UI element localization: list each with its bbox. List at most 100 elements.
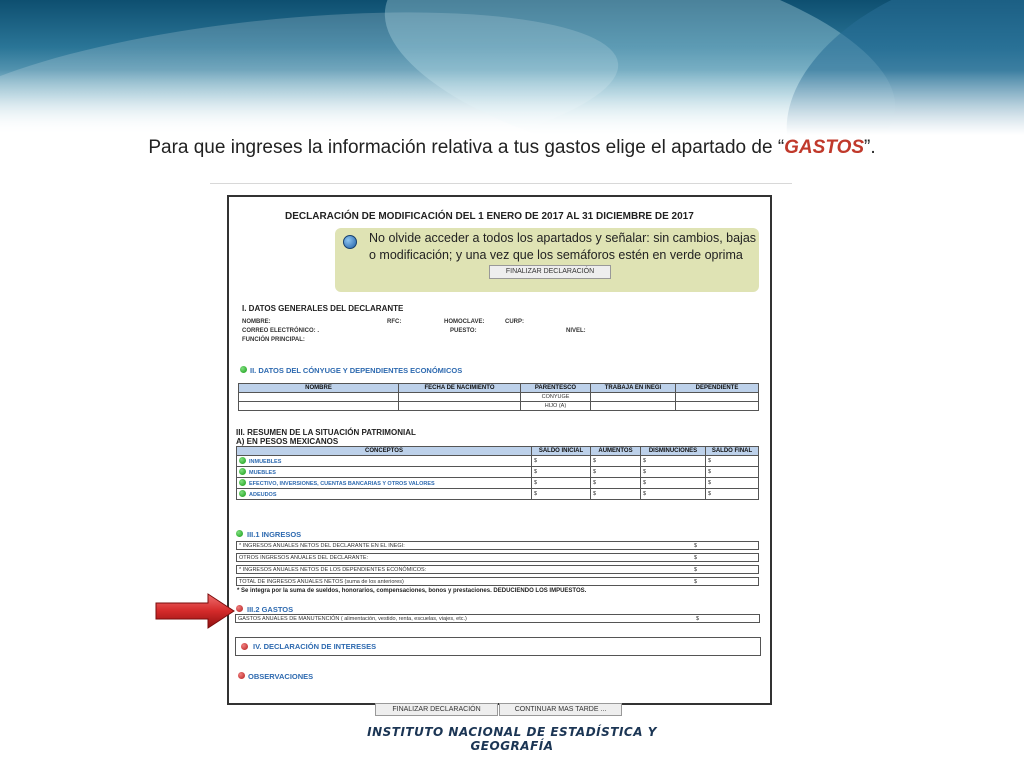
table-cell — [590, 401, 676, 411]
gastos-label: GASTOS ANUALES DE MANUTENCIÓN ( alimenta… — [238, 616, 467, 622]
table-cell: $ — [705, 466, 759, 478]
table-cell — [238, 392, 399, 402]
table-cell — [675, 401, 759, 411]
table-row: EFECTIVO, INVERSIONES, CUENTAS BANCARIAS… — [236, 477, 759, 489]
instruction-prefix: Para que ingreses la información relativ… — [148, 137, 785, 158]
inegi-logo-text: INSTITUTO NACIONAL DE ESTADÍSTICA Y GEOG… — [367, 725, 657, 753]
dependents-table: NOMBRE FECHA DE NACIMIENTO PARENTESCO TR… — [238, 383, 759, 411]
status-red-icon — [238, 672, 245, 679]
col-header: SALDO INICIAL — [531, 446, 591, 456]
header-banner — [0, 0, 1024, 135]
table-row: HIJO (A) — [238, 401, 759, 411]
table-row: INMUEBLES $ $ $ $ — [236, 455, 759, 467]
table-cell — [590, 392, 676, 402]
table-row: CONYUGE — [238, 392, 759, 402]
info-bulb-icon — [343, 235, 357, 249]
form-title: DECLARACIÓN DE MODIFICACIÓN DEL 1 ENERO … — [285, 211, 694, 222]
status-green-icon — [239, 457, 246, 464]
muebles-link[interactable]: MUEBLES — [236, 466, 532, 478]
table-row: ADEUDOS $ $ $ $ — [236, 488, 759, 500]
col-header: TRABAJA EN INEGI — [590, 383, 676, 393]
gastos-value: $ — [696, 616, 700, 622]
ingreso-label: * INGRESOS ANUALES NETOS DE LOS DEPENDIE… — [239, 567, 427, 573]
table-cell: $ — [705, 455, 759, 467]
section-ingresos-link[interactable]: III.1 INGRESOS — [247, 530, 301, 539]
status-green-icon — [240, 366, 247, 373]
homoclave-label: HOMOCLAVE: — [444, 319, 485, 325]
status-red-icon — [236, 605, 243, 612]
section-gastos-link[interactable]: III.2 GASTOS — [247, 605, 293, 614]
col-header: CONCEPTOS — [236, 446, 532, 456]
table-cell: $ — [590, 477, 641, 489]
ingreso-value: $ — [694, 555, 698, 561]
divider — [210, 183, 792, 184]
curp-label: CURP: — [505, 319, 524, 325]
notice-box: No olvide acceder a todos los apartados … — [335, 228, 759, 292]
correo-label: CORREO ELECTRÓNICO: . — [242, 328, 320, 334]
finalize-bottom-button[interactable]: FINALIZAR DECLARACIÓN — [375, 703, 498, 716]
table-cell: HIJO (A) — [520, 401, 591, 411]
table-header-row: CONCEPTOS SALDO INICIAL AUMENTOS DISMINU… — [236, 446, 759, 456]
col-header: PARENTESCO — [520, 383, 591, 393]
section-intereses-link[interactable]: IV. DECLARACIÓN DE INTERESES — [253, 642, 376, 651]
table-cell: $ — [590, 488, 641, 500]
table-cell — [398, 392, 521, 402]
ingreso-label: TOTAL DE INGRESOS ANUALES NETOS (suma de… — [239, 579, 404, 585]
col-header: AUMENTOS — [590, 446, 641, 456]
col-header: FECHA DE NACIMIENTO — [398, 383, 521, 393]
table-cell: $ — [590, 466, 641, 478]
table-cell: $ — [705, 477, 759, 489]
finalize-button[interactable]: FINALIZAR DECLARACIÓN — [489, 265, 611, 279]
table-cell: $ — [640, 488, 706, 500]
nombre-label: NOMBRE: — [242, 319, 271, 325]
notice-text: No olvide acceder a todos los apartados … — [369, 231, 757, 262]
status-green-icon — [236, 530, 243, 537]
puesto-label: PUESTO: — [450, 328, 477, 334]
table-cell: $ — [531, 477, 591, 489]
table-cell — [398, 401, 521, 411]
concept-label: MUEBLES — [249, 470, 276, 476]
concept-label: EFECTIVO, INVERSIONES, CUENTAS BANCARIAS… — [249, 481, 435, 487]
table-cell: $ — [531, 466, 591, 478]
ingreso-row: * INGRESOS ANUALES NETOS DE LOS DEPENDIE… — [236, 565, 759, 574]
col-header: DISMINUCIONES — [640, 446, 706, 456]
table-cell: $ — [640, 477, 706, 489]
status-green-icon — [239, 468, 246, 475]
ingreso-row: TOTAL DE INGRESOS ANUALES NETOS (suma de… — [236, 577, 759, 586]
efectivo-link[interactable]: EFECTIVO, INVERSIONES, CUENTAS BANCARIAS… — [236, 477, 532, 489]
ingresos-note: * Se integra por la suma de sueldos, hon… — [237, 588, 587, 594]
ingreso-value: $ — [694, 567, 698, 573]
instruction-text: Para que ingreses la información relativ… — [0, 137, 1024, 159]
table-cell: $ — [640, 455, 706, 467]
gastos-highlight: GASTOS — [784, 137, 865, 158]
funcion-label: FUNCIÓN PRINCIPAL: — [242, 337, 305, 343]
table-cell: $ — [531, 455, 591, 467]
table-header-row: NOMBRE FECHA DE NACIMIENTO PARENTESCO TR… — [238, 383, 759, 393]
gastos-row: GASTOS ANUALES DE MANUTENCIÓN ( alimenta… — [235, 614, 760, 623]
col-header: NOMBRE — [238, 383, 399, 393]
col-header: SALDO FINAL — [705, 446, 759, 456]
section-conyuge-link[interactable]: II. DATOS DEL CÓNYUGE Y DEPENDIENTES ECO… — [250, 366, 462, 375]
concept-label: INMUEBLES — [249, 459, 282, 465]
form-screenshot: DECLARACIÓN DE MODIFICACIÓN DEL 1 ENERO … — [227, 195, 772, 705]
instruction-suffix: ”. — [864, 137, 876, 158]
inmuebles-link[interactable]: INMUEBLES — [236, 455, 532, 467]
rfc-label: RFC: — [387, 319, 402, 325]
observaciones-link[interactable]: OBSERVACIONES — [248, 672, 313, 681]
ingreso-label: OTROS INGRESOS ANUALES DEL DECLARANTE: — [239, 555, 369, 561]
table-cell — [238, 401, 399, 411]
adeudos-link[interactable]: ADEUDOS — [236, 488, 532, 500]
patrimonial-table: CONCEPTOS SALDO INICIAL AUMENTOS DISMINU… — [236, 446, 759, 500]
table-cell — [675, 392, 759, 402]
nivel-label: NIVEL: — [566, 328, 586, 334]
pointer-arrow-icon — [155, 593, 235, 629]
ingreso-row: OTROS INGRESOS ANUALES DEL DECLARANTE: $ — [236, 553, 759, 562]
continue-later-button[interactable]: CONTINUAR MAS TARDE ... — [499, 703, 622, 716]
section-patrimonial-subtitle: A) EN PESOS MEXICANOS — [236, 437, 339, 446]
ingreso-value: $ — [694, 543, 698, 549]
status-green-icon — [239, 479, 246, 486]
status-red-icon — [241, 643, 248, 650]
status-green-icon — [239, 490, 246, 497]
col-header: DEPENDIENTE — [675, 383, 759, 393]
table-cell: $ — [590, 455, 641, 467]
